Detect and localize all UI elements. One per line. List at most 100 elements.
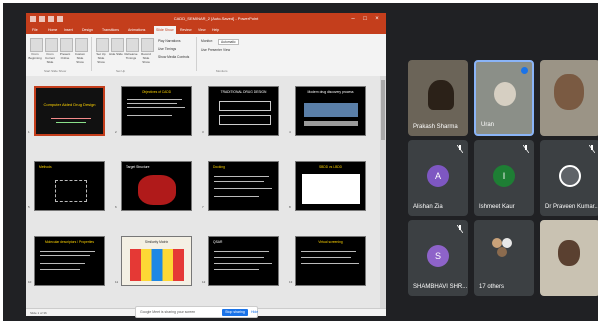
slide-number: 7: [202, 205, 204, 209]
slide-diagram-box: [219, 115, 271, 125]
close-button[interactable]: ×: [372, 15, 382, 23]
vertical-scrollbar[interactable]: [380, 76, 386, 308]
group-divider: [91, 37, 92, 71]
participant-tile[interactable]: 17 others: [474, 220, 534, 296]
slide-protein-image: [138, 175, 176, 205]
slide-sorter: Computer Aided Drug Design 1 Objectives …: [26, 76, 386, 308]
slide-thumbnail[interactable]: SBDD vs LBDD: [295, 161, 366, 211]
slide-thumbnail[interactable]: TRADITIONAL DRUG DESIGN: [208, 86, 279, 136]
group-start-label: Start Slide Show: [44, 69, 67, 73]
participant-tile[interactable]: Uran: [474, 60, 534, 136]
hide-slide-button[interactable]: [111, 38, 124, 52]
play-narrations-checkbox[interactable]: Play Narrations: [158, 39, 181, 43]
slide-text-line: [301, 263, 359, 264]
slide-thumbnail[interactable]: Docking: [208, 161, 279, 211]
participant-tile[interactable]: [540, 60, 600, 136]
slide-text-line: [40, 263, 85, 264]
participant-video: [554, 74, 584, 110]
slide-thumbnail[interactable]: Similarity Matrix: [121, 236, 192, 286]
slide-title: Modern drug discovery process: [307, 90, 354, 94]
rehearse-timings-button[interactable]: [126, 38, 139, 52]
slide-heatmap: [130, 249, 184, 281]
participant-video: [558, 240, 580, 266]
powerpoint-window: CADD_SEMINAR_2 [Auto-Saved] - PowerPoint…: [26, 13, 386, 316]
hide-slide-label: Hide Slide: [109, 52, 123, 56]
slide-number: 1: [28, 130, 30, 134]
more-options-icon[interactable]: [521, 67, 528, 74]
slide-title: Virtual screening: [318, 240, 343, 244]
slide-number: 12: [202, 280, 206, 284]
slide-text-line: [301, 251, 356, 252]
tab-transitions[interactable]: Transitions: [102, 26, 119, 34]
participant-tile[interactable]: A Alishan Zia: [408, 140, 468, 216]
use-timings-checkbox[interactable]: Use Timings: [158, 47, 176, 51]
slide-title: Methods: [39, 165, 52, 169]
window-title: CADD_SEMINAR_2 [Auto-Saved] - PowerPoint: [173, 16, 259, 21]
show-media-controls-checkbox[interactable]: Show Media Controls: [158, 55, 189, 59]
participant-tile[interactable]: I Ishmeet Kaur: [474, 140, 534, 216]
record-slideshow-button[interactable]: [141, 38, 154, 52]
participant-video: [428, 80, 454, 110]
tab-help[interactable]: Help: [212, 26, 219, 34]
slide-molecule: [55, 180, 87, 202]
slide-thumbnail[interactable]: Modern drug discovery process: [295, 86, 366, 136]
slide-text-line: [214, 188, 272, 189]
slide-thumbnail[interactable]: Computer Aided Drug Design: [34, 86, 105, 136]
slide-number: 3: [202, 130, 204, 134]
present-online-button[interactable]: [60, 38, 73, 52]
mic-off-icon: [523, 145, 529, 153]
slide-title: Computer Aided Drug Design: [43, 102, 96, 107]
screen-share-toast: Google Meet is sharing your screen Stop …: [135, 306, 258, 318]
title-bar: CADD_SEMINAR_2 [Auto-Saved] - PowerPoint…: [26, 13, 386, 25]
tab-slide-show[interactable]: Slide Show: [154, 26, 176, 34]
slide-title: Docking: [213, 165, 225, 169]
tab-animations[interactable]: Animations: [128, 26, 145, 34]
avatar: [559, 165, 581, 187]
hide-button[interactable]: Hide: [251, 310, 258, 314]
tab-review[interactable]: Review: [180, 26, 191, 34]
from-current-button[interactable]: [45, 38, 58, 52]
undo-icon[interactable]: [39, 16, 45, 22]
participant-tile[interactable]: Dr Praveen Kumar...: [540, 140, 600, 216]
monitor-select[interactable]: Automatic: [218, 39, 239, 45]
tab-home[interactable]: Home: [48, 26, 57, 34]
avatar: A: [427, 165, 449, 187]
minimize-button[interactable]: –: [348, 15, 358, 23]
slide-thumbnail[interactable]: QSAR: [208, 236, 279, 286]
slide-text-line: [127, 99, 182, 100]
slide-title: QSAR: [213, 240, 223, 244]
slide-thumbnail[interactable]: Objectives of CADD: [121, 86, 192, 136]
tab-design[interactable]: Design: [82, 26, 93, 34]
slide-text-line: [127, 115, 172, 116]
slide-thumbnail[interactable]: Virtual screening: [295, 236, 366, 286]
slide-text-line: [51, 118, 91, 119]
tab-view[interactable]: View: [198, 26, 206, 34]
slide-thumbnail[interactable]: Methods: [34, 161, 105, 211]
redo-icon[interactable]: [48, 16, 54, 22]
scrollbar-thumb[interactable]: [381, 80, 385, 140]
participant-name: SHAMBHAVI SHR...: [413, 284, 468, 290]
tab-insert[interactable]: Insert: [64, 26, 73, 34]
slide-number: 13: [289, 280, 293, 284]
participant-tile[interactable]: [540, 220, 600, 296]
start-slideshow-icon[interactable]: [57, 16, 63, 22]
stop-sharing-button[interactable]: Stop sharing: [222, 309, 248, 316]
tab-file[interactable]: File: [32, 26, 38, 34]
maximize-button[interactable]: □: [360, 15, 370, 23]
custom-slideshow-button[interactable]: [75, 38, 88, 52]
participant-tile[interactable]: Prakash Sharma: [408, 60, 468, 136]
participant-tile[interactable]: S SHAMBHAVI SHR...: [408, 220, 468, 296]
slide-image: [304, 103, 358, 117]
participant-name: Dr Praveen Kumar...: [545, 204, 600, 210]
record-slideshow-label: Record Slide Show: [141, 52, 151, 64]
slide-thumbnail[interactable]: Molecular descriptors / Properties: [34, 236, 105, 286]
custom-slideshow-label: Custom Slide Show: [74, 52, 86, 64]
slide-thumbnail[interactable]: Target Structure: [121, 161, 192, 211]
ribbon: From Beginning From Current Slide Presen…: [26, 34, 386, 77]
setup-slideshow-button[interactable]: [96, 38, 109, 52]
presenter-view-checkbox[interactable]: Use Presenter View: [201, 48, 230, 52]
participant-name: 17 others: [479, 284, 505, 290]
save-icon[interactable]: [30, 16, 36, 22]
from-beginning-button[interactable]: [30, 38, 43, 52]
rehearse-timings-label: Rehearse Timings: [124, 52, 138, 60]
